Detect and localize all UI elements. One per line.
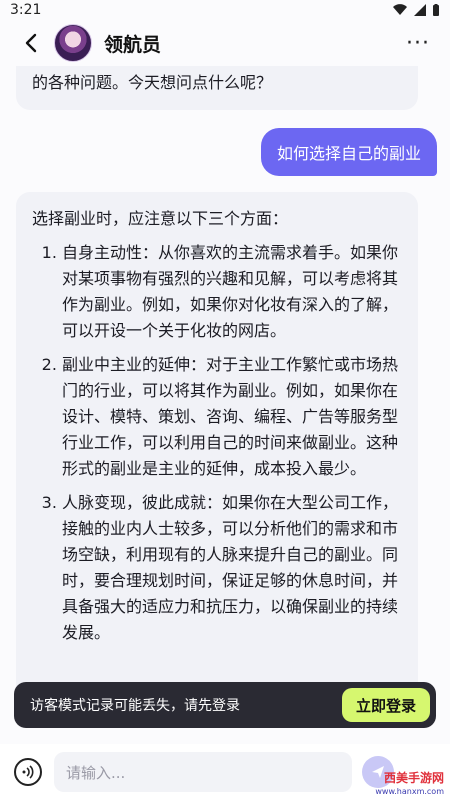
list-item: 自身主动性：从你喜欢的主流需求着手。如果你对某项事物有强烈的兴趣和见解，可以考虑… — [62, 240, 402, 344]
page-title: 领航员 — [104, 33, 162, 56]
user-message: 如何选择自己的副业 — [260, 128, 437, 176]
guest-banner-text: 访客模式记录可能丢失，请先登录 — [30, 698, 240, 714]
user-message-text: 如何选择自己的副业 — [276, 144, 421, 163]
battery-icon — [433, 3, 439, 16]
wifi-icon — [393, 4, 407, 16]
voice-input-button[interactable] — [14, 758, 42, 786]
app-header: 领航员 ··· — [0, 20, 450, 66]
watermark: 西美手游网 www.hanxm.com — [352, 772, 444, 798]
more-menu-button[interactable]: ··· — [406, 31, 436, 56]
watermark-brand: 西美手游网 — [383, 771, 444, 785]
voice-wave-icon — [22, 765, 34, 779]
status-time: 3:21 — [10, 2, 42, 18]
watermark-url: www.hanxm.com — [375, 787, 444, 796]
chat-screen: 3:21 领航员 ··· 的各种问题。今天想问点什么呢？ 如何选择自己的副业 选… — [0, 0, 450, 800]
bot-message-previous: 的各种问题。今天想问点什么呢？ — [16, 66, 418, 110]
avatar[interactable] — [54, 24, 92, 62]
chevron-left-icon — [25, 33, 37, 53]
reply-points-list: 自身主动性：从你喜欢的主流需求着手。如果你对某项事物有强烈的兴趣和见解，可以考虑… — [32, 240, 402, 646]
chat-list[interactable]: 的各种问题。今天想问点什么呢？ 如何选择自己的副业 选择副业时，应注意以下三个方… — [0, 66, 450, 716]
bot-message-reply: 选择副业时，应注意以下三个方面： 自身主动性：从你喜欢的主流需求着手。如果你对某… — [16, 192, 418, 716]
status-bar: 3:21 — [0, 0, 450, 20]
reply-intro: 选择副业时，应注意以下三个方面： — [32, 209, 289, 228]
login-button[interactable]: 立即登录 — [341, 688, 430, 722]
bot-message-text: 的各种问题。今天想问点什么呢？ — [32, 73, 273, 92]
guest-mode-banner: 访客模式记录可能丢失，请先登录 立即登录 — [14, 682, 436, 728]
back-button[interactable] — [18, 28, 44, 58]
message-input[interactable]: 请输入... — [54, 752, 352, 792]
status-icons — [392, 3, 440, 17]
list-item: 副业中主业的延伸：对于主业工作繁忙或市场热门的行业，可以将其作为副业。例如，如果… — [62, 352, 402, 482]
signal-icon — [414, 4, 426, 16]
list-item: 人脉变现，彼此成就：如果你在大型公司工作，接触的业内人士较多，可以分析他们的需求… — [62, 490, 402, 646]
